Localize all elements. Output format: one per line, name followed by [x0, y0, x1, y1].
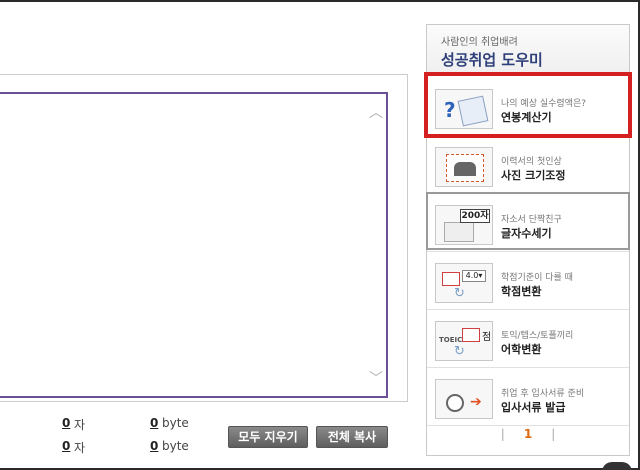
grade-scale-select: 4.0▾: [462, 270, 486, 282]
language-score-convert-icon: TOEIC 점 ↻: [435, 321, 493, 361]
sidebar-item-caption: 토익/텝스/토플끼리: [501, 331, 574, 341]
byte-count-value: 0: [150, 439, 159, 453]
highlight-box-salary: [424, 72, 632, 138]
sidebar-subtitle: 사람인의 취업배려: [441, 37, 518, 48]
score-label: 점: [482, 332, 492, 343]
char-count-value: 0: [62, 416, 71, 430]
byte-count-unit: byte: [162, 439, 189, 453]
sidebar-item-caption: 학점기준이 다를 때: [501, 273, 573, 283]
char-count-unit: 자: [74, 418, 86, 432]
document-issue-icon: ➔: [435, 379, 493, 419]
sidebar-item-document-issue[interactable]: ➔ 취업 후 입사서류 준비 입사서류 발급: [427, 369, 629, 426]
pager-separator: |: [551, 427, 556, 441]
sidebar-item-label: 학점변환: [501, 285, 542, 298]
byte-count-unit: byte: [162, 416, 189, 430]
pager-separator: |: [500, 427, 505, 441]
sidebar-item-caption: 취업 후 입사서류 준비: [501, 389, 585, 399]
active-item-outline: [426, 192, 630, 250]
photo-resize-icon: [435, 147, 493, 187]
scroll-down-arrow[interactable]: ﹀: [368, 372, 384, 386]
scroll-up-arrow[interactable]: ︿: [368, 106, 384, 120]
text-input-area[interactable]: [0, 92, 388, 398]
sidebar-item-label: 사진 크기조정: [501, 169, 566, 182]
sidebar-pagination: | 1 |: [427, 427, 629, 455]
sidebar-item-caption: 이력서의 첫인상: [501, 157, 562, 167]
clear-all-button[interactable]: 모두 지우기: [228, 426, 308, 448]
byte-count-value: 0: [150, 416, 159, 430]
grade-convert-icon: 4.0▾ ↻: [435, 263, 493, 303]
sidebar-item-label: 입사서류 발급: [501, 401, 566, 414]
toeic-label: TOEIC: [439, 336, 463, 344]
sidebar-title: 성공취업 도우미: [441, 51, 543, 69]
count-row-without-spaces: 백 0 자 0 byte: [0, 439, 200, 457]
char-count-unit: 자: [74, 441, 86, 455]
sidebar-item-photo-resize[interactable]: 이력서의 첫인상 사진 크기조정: [427, 137, 629, 194]
pager-page-1[interactable]: 1: [524, 427, 532, 441]
copy-all-button[interactable]: 전체 복사: [316, 426, 388, 448]
sidebar-item-language-convert[interactable]: TOEIC 점 ↻ 토익/텝스/토플끼리 어학변환: [427, 311, 629, 368]
sidebar-item-label: 어학변환: [501, 343, 542, 356]
count-row-with-spaces: 수 0 자 0 byte: [0, 416, 200, 434]
char-count-value: 0: [62, 439, 71, 453]
sidebar-item-grade-convert[interactable]: 4.0▾ ↻ 학점기준이 다를 때 학점변환: [427, 253, 629, 310]
window-top-edge: [0, 0, 640, 2]
sidebar-header: 사람인의 취업배려 성공취업 도우미: [427, 25, 629, 73]
corner-decoration: [602, 462, 632, 470]
